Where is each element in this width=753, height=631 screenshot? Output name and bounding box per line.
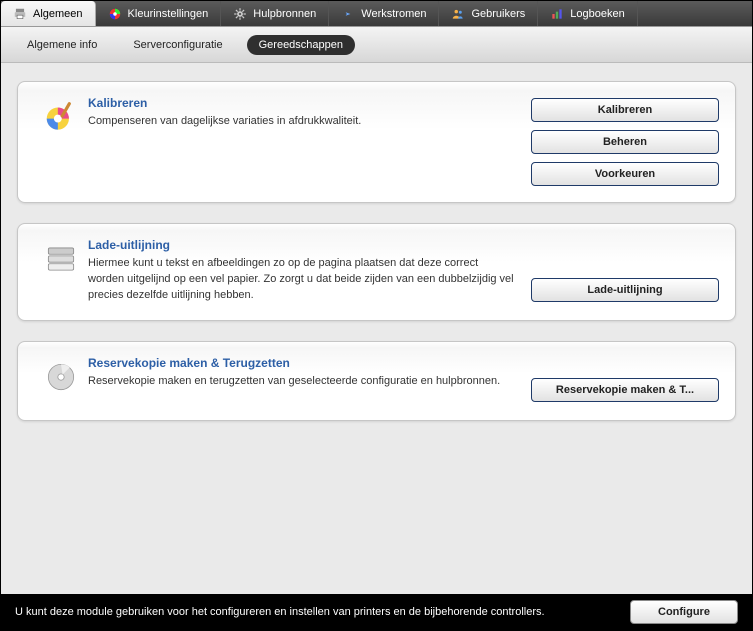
configure-button[interactable]: Configure bbox=[630, 600, 738, 624]
color-wheel-icon bbox=[108, 7, 122, 21]
disc-icon bbox=[34, 356, 88, 404]
tab-color[interactable]: Kleurinstellingen bbox=[96, 1, 222, 26]
tray-alignment-button[interactable]: Lade-uitlijning bbox=[531, 278, 719, 302]
backup-desc: Reservekopie maken en terugzetten van ge… bbox=[88, 374, 515, 390]
users-icon bbox=[451, 7, 465, 21]
tab-color-label: Kleurinstellingen bbox=[128, 8, 209, 20]
panel-calibrate: Kalibreren Compenseren van dagelijkse va… bbox=[17, 81, 736, 203]
calibrate-icon bbox=[34, 96, 88, 186]
tab-logs[interactable]: Logboeken bbox=[538, 1, 637, 26]
tray-icon bbox=[34, 238, 88, 304]
footer-text: U kunt deze module gebruiken voor het co… bbox=[15, 606, 616, 618]
tray-title: Lade-uitlijning bbox=[88, 238, 515, 252]
subtab-server-config[interactable]: Serverconfiguratie bbox=[121, 35, 234, 55]
subtab-tools[interactable]: Gereedschappen bbox=[247, 35, 355, 55]
calibrate-button[interactable]: Kalibreren bbox=[531, 98, 719, 122]
tab-resources[interactable]: Hulpbronnen bbox=[221, 1, 329, 26]
sub-tab-bar: Algemene info Serverconfiguratie Gereeds… bbox=[1, 27, 752, 63]
tab-users[interactable]: Gebruikers bbox=[439, 1, 538, 26]
calibrate-desc: Compenseren van dagelijkse variaties in … bbox=[88, 114, 515, 130]
panel-backup-restore: Reservekopie maken & Terugzetten Reserve… bbox=[17, 341, 736, 421]
top-tab-bar: Algemeen Kleurinstellingen Hulpbronnen W… bbox=[1, 1, 752, 27]
tab-workflows-label: Werkstromen bbox=[361, 8, 426, 20]
chart-icon bbox=[550, 7, 564, 21]
tab-general-label: Algemeen bbox=[33, 8, 83, 20]
footer-bar: U kunt deze module gebruiken voor het co… bbox=[1, 594, 752, 630]
tab-general[interactable]: Algemeen bbox=[1, 1, 96, 26]
printer-icon bbox=[13, 7, 27, 21]
calibrate-title: Kalibreren bbox=[88, 96, 515, 110]
tab-logs-label: Logboeken bbox=[570, 8, 624, 20]
gear-icon bbox=[233, 7, 247, 21]
tab-users-label: Gebruikers bbox=[471, 8, 525, 20]
backup-title: Reservekopie maken & Terugzetten bbox=[88, 356, 515, 370]
tab-workflows[interactable]: Werkstromen bbox=[329, 1, 439, 26]
tray-desc: Hiermee kunt u tekst en afbeeldingen zo … bbox=[88, 256, 515, 304]
workflow-icon bbox=[341, 7, 355, 21]
prefs-button[interactable]: Voorkeuren bbox=[531, 162, 719, 186]
backup-restore-button[interactable]: Reservekopie maken & T... bbox=[531, 378, 719, 402]
subtab-general-info[interactable]: Algemene info bbox=[15, 35, 109, 55]
panel-tray-alignment: Lade-uitlijning Hiermee kunt u tekst en … bbox=[17, 223, 736, 321]
tab-resources-label: Hulpbronnen bbox=[253, 8, 316, 20]
manage-button[interactable]: Beheren bbox=[531, 130, 719, 154]
content-area: Kalibreren Compenseren van dagelijkse va… bbox=[1, 63, 752, 594]
